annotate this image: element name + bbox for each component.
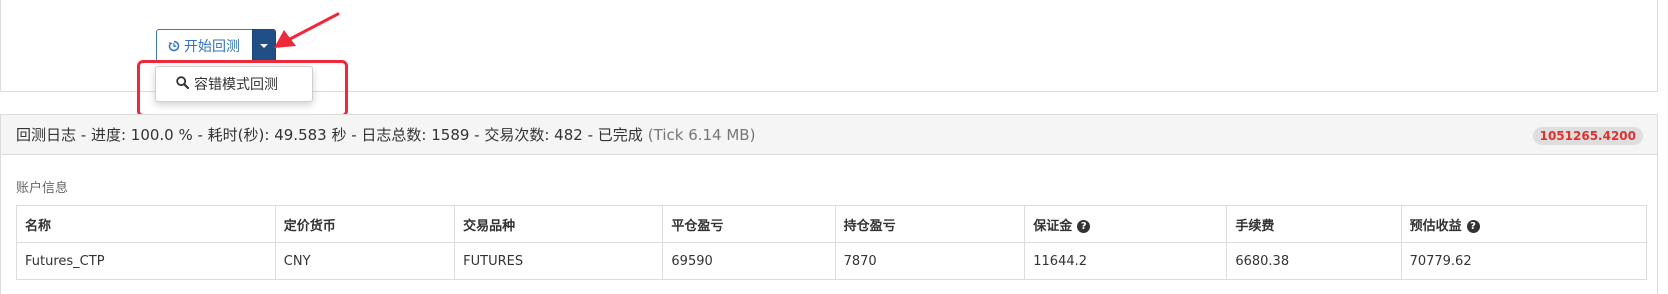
- dropdown-item-label: 容错模式回测: [194, 77, 278, 93]
- cell-name: Futures_CTP: [16, 242, 276, 280]
- question-circle-icon[interactable]: ?: [1077, 219, 1091, 233]
- column-header-position-pnl: 持仓盈亏: [834, 205, 1026, 243]
- column-header-closed-pnl: 平仓盈亏: [662, 205, 836, 243]
- cell-position-pnl: 7870: [834, 242, 1026, 280]
- account-table: 名称 定价货币 交易品种 平仓盈亏 持仓盈亏 保证金? 手续费 预估收益? Fu…: [16, 205, 1648, 280]
- log-title: 回测日志 - 进度: 100.0 % - 耗时(秒): 49.583 秒 - 日…: [16, 126, 643, 144]
- account-info-label: 账户信息: [16, 181, 69, 196]
- table-header-row: 名称 定价货币 交易品种 平仓盈亏 持仓盈亏 保证金? 手续费 预估收益?: [16, 205, 1648, 243]
- backtest-log-panel: 回测日志 - 进度: 100.0 % - 耗时(秒): 49.583 秒 - 日…: [0, 114, 1658, 294]
- column-header-margin: 保证金?: [1024, 205, 1228, 243]
- cell-instrument: FUTURES: [454, 242, 664, 280]
- start-backtest-button[interactable]: 开始回测: [156, 29, 252, 62]
- value-badge: 1051265.4200: [1532, 127, 1643, 145]
- cell-closed-pnl: 69590: [662, 242, 836, 280]
- margin-header-label: 保证金: [1033, 218, 1073, 234]
- column-header-estimated-profit: 预估收益?: [1400, 205, 1648, 243]
- column-header-name: 名称: [16, 205, 276, 243]
- backtest-button-group: 开始回测: [156, 29, 276, 62]
- column-header-fee: 手续费: [1226, 205, 1402, 243]
- column-header-instrument: 交易品种: [454, 205, 664, 243]
- search-icon: [176, 75, 190, 93]
- column-header-currency: 定价货币: [274, 205, 456, 243]
- start-backtest-label: 开始回测: [184, 38, 240, 55]
- question-circle-icon[interactable]: ?: [1466, 219, 1480, 233]
- table-row: Futures_CTP CNY FUTURES 69590 7870 11644…: [16, 242, 1648, 280]
- estimated-profit-header-label: 预估收益: [1409, 218, 1462, 234]
- cell-margin: 11644.2: [1024, 242, 1228, 280]
- cell-estimated-profit: 70779.62: [1400, 242, 1648, 280]
- refresh-icon: [168, 40, 180, 52]
- annotation-arrow-icon: [274, 12, 340, 48]
- dropdown-item-fault-tolerant-backtest[interactable]: 容错模式回测: [155, 66, 313, 102]
- tick-info: (Tick 6.14 MB): [647, 125, 756, 144]
- log-header: 回测日志 - 进度: 100.0 % - 耗时(秒): 49.583 秒 - 日…: [1, 115, 1657, 155]
- cell-fee: 6680.38: [1226, 242, 1402, 280]
- caret-down-icon: [260, 43, 268, 48]
- cell-currency: CNY: [274, 242, 456, 280]
